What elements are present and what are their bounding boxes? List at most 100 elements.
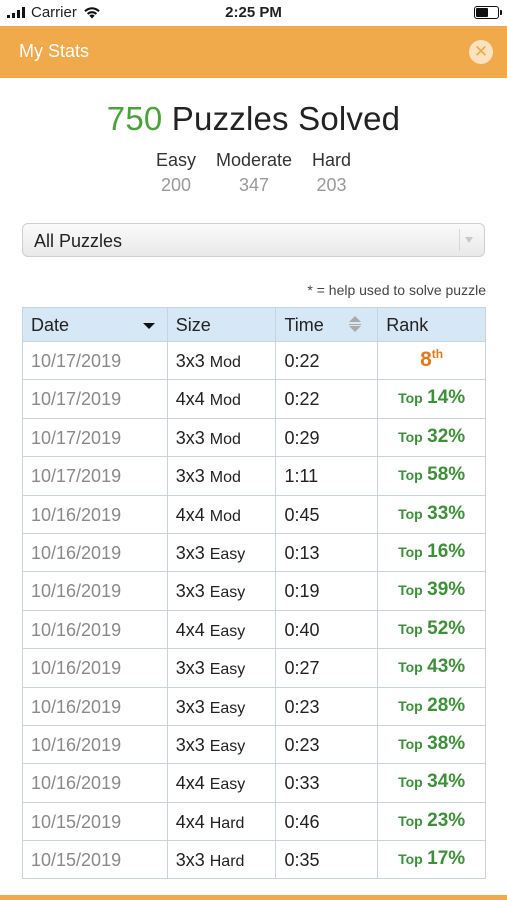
date-value: 10/16/2019: [31, 619, 122, 640]
stats-table: Date Size Time Rank 10/17/2019 3x3 Mod 0:2…: [22, 307, 486, 880]
cell-time: 0:40: [276, 610, 379, 650]
difficulty-level: Mod: [209, 354, 241, 371]
table-row[interactable]: 10/16/2019 4x4 Easy 0:40 Top 52%: [23, 610, 486, 650]
time-value: 0:40: [284, 619, 320, 640]
battery-icon: [474, 6, 502, 19]
filter-selected-value: All Puzzles: [34, 231, 123, 251]
table-row[interactable]: 10/15/2019 4x4 Hard 0:46 Top 23%: [23, 802, 486, 842]
sort-toggle-icon: [349, 316, 363, 334]
cell-time: 0:22: [276, 342, 379, 381]
grid-size: 4x4: [175, 773, 205, 794]
cell-size: 3x3 Mod: [167, 418, 277, 458]
date-value: 10/16/2019: [31, 581, 122, 602]
easy-label: Easy: [155, 150, 196, 170]
cell-rank: Top 28%: [378, 687, 486, 726]
rank-prefix: Top: [398, 774, 423, 791]
grid-size: 3x3: [175, 542, 205, 563]
date-value: 10/16/2019: [31, 542, 122, 563]
cell-size: 3x3 Mod: [167, 457, 277, 496]
grid-size: 3x3: [175, 734, 205, 755]
puzzle-filter-dropdown[interactable]: All Puzzles: [22, 223, 485, 257]
cell-date: 10/17/2019: [23, 457, 168, 496]
cell-rank: Top 43%: [378, 649, 486, 688]
time-value: 0:23: [284, 696, 320, 717]
rank-prefix: Top: [398, 390, 423, 407]
table-row[interactable]: 10/16/2019 4x4 Easy 0:33 Top 34%: [23, 764, 486, 803]
rank-prefix: Top: [398, 659, 423, 676]
page-title: My Stats: [19, 41, 90, 61]
header-size[interactable]: Size: [167, 308, 277, 342]
difficulty-level: Easy: [209, 737, 246, 755]
date-value: 10/16/2019: [31, 773, 122, 794]
rank-value: Top 32%: [378, 426, 485, 448]
cell-date: 10/16/2019: [23, 533, 168, 573]
cell-date: 10/17/2019: [23, 342, 168, 381]
header-rank[interactable]: Rank: [378, 308, 486, 342]
rank-percent: 58%: [427, 464, 466, 486]
size-value: 3x3 Mod: [176, 351, 241, 372]
difficulty-level: Mod: [209, 507, 241, 525]
date-value: 10/17/2019: [31, 427, 122, 448]
grid-size: 4x4: [175, 389, 205, 410]
difficulty-level: Easy: [209, 699, 246, 717]
rank-place: 8: [420, 348, 432, 371]
nav-bar: My Stats ✕: [0, 26, 507, 78]
header-rank-label: Rank: [386, 315, 429, 335]
header-time[interactable]: Time: [276, 308, 379, 342]
header-date[interactable]: Date: [23, 308, 168, 342]
header-date-label: Date: [31, 315, 70, 335]
time-value: 0:22: [284, 389, 320, 410]
date-value: 10/16/2019: [31, 734, 122, 755]
difficulty-level: Easy: [209, 776, 246, 794]
rank-value: Top 58%: [378, 464, 485, 486]
grid-size: 3x3: [175, 850, 205, 871]
table-row[interactable]: 10/17/2019 3x3 Mod 0:29 Top 32%: [23, 418, 486, 458]
cell-rank: Top 16%: [378, 533, 486, 573]
grid-size: 3x3: [175, 351, 205, 371]
size-value: 3x3 Mod: [176, 466, 241, 487]
rank-percent: 28%: [427, 694, 466, 716]
rank-value: Top 28%: [378, 695, 485, 717]
grid-size: 4x4: [175, 504, 205, 525]
cell-rank: Top 34%: [378, 764, 486, 803]
cell-size: 3x3 Easy: [167, 687, 277, 726]
table-row[interactable]: 10/17/2019 3x3 Mod 1:11 Top 58%: [23, 457, 486, 496]
size-value: 4x4 Hard: [176, 812, 245, 833]
size-value: 3x3 Easy: [176, 658, 246, 679]
table-row[interactable]: 10/16/2019 3x3 Easy 0:23 Top 38%: [23, 725, 486, 765]
table-row[interactable]: 10/16/2019 3x3 Easy 0:19 Top 39%: [23, 572, 486, 611]
difficulty-level: Easy: [209, 661, 246, 679]
cell-rank: Top 32%: [378, 418, 486, 458]
time-value: 0:22: [284, 351, 320, 371]
solved-label: Puzzles Solved: [162, 100, 401, 137]
size-value: 3x3 Hard: [176, 850, 245, 871]
rank-prefix: Top: [398, 543, 423, 560]
table-row[interactable]: 10/16/2019 3x3 Easy 0:23 Top 28%: [23, 687, 486, 726]
size-value: 3x3 Easy: [176, 735, 246, 756]
cell-size: 3x3 Easy: [167, 725, 277, 765]
time-value: 1:11: [284, 466, 319, 487]
cell-rank: 8th: [378, 342, 486, 381]
table-row[interactable]: 10/17/2019 3x3 Mod 0:22 8th: [23, 342, 486, 381]
size-value: 3x3 Easy: [176, 543, 246, 564]
cell-time: 0:29: [276, 418, 379, 458]
cell-date: 10/16/2019: [23, 764, 168, 803]
rank-percent: 32%: [427, 425, 466, 447]
grid-size: 4x4: [175, 811, 205, 832]
header-size-label: Size: [175, 315, 211, 335]
table-header: Date Size Time Rank: [23, 308, 486, 342]
date-value: 10/17/2019: [31, 466, 122, 487]
table-row[interactable]: 10/16/2019 3x3 Easy 0:13 Top 16%: [23, 533, 486, 573]
difficulty-level: Easy: [209, 584, 246, 602]
rank-prefix: Top: [398, 851, 423, 868]
table-row[interactable]: 10/16/2019 3x3 Easy 0:27 Top 43%: [23, 649, 486, 688]
close-icon[interactable]: ✕: [469, 40, 493, 64]
cell-date: 10/16/2019: [23, 687, 168, 726]
table-row[interactable]: 10/15/2019 3x3 Hard 0:35 Top 17%: [23, 841, 486, 880]
rank-value: Top 39%: [378, 579, 485, 601]
table-row[interactable]: 10/16/2019 4x4 Mod 0:45 Top 33%: [23, 495, 486, 534]
difficulty-level: Easy: [209, 622, 246, 640]
rank-prefix: Top: [398, 428, 423, 445]
cell-time: 0:35: [276, 841, 379, 880]
table-row[interactable]: 10/17/2019 4x4 Mod 0:22 Top 14%: [23, 380, 486, 419]
